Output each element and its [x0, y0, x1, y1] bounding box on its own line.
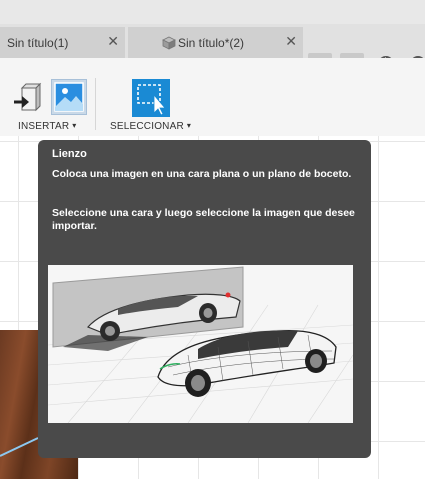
tab-close-icon[interactable]: ✕ [285, 34, 297, 48]
insert-derive-icon[interactable] [10, 82, 42, 114]
canvas-button[interactable] [51, 79, 87, 115]
canvas-tooltip: Lienzo Coloca una imagen en una cara pla… [38, 140, 371, 458]
window-top-strip [0, 0, 425, 24]
document-tab-bar: Sin título(1) ✕ Sin título*(2) ✕ + [0, 24, 425, 77]
select-menu[interactable]: SELECCIONAR ▾ [110, 121, 191, 132]
toolbar-divider [95, 78, 96, 130]
insert-menu[interactable]: INSERTAR ▾ [18, 121, 76, 132]
tab-close-icon[interactable]: ✕ [107, 34, 119, 48]
tooltip-instruction: Seleccione una cara y luego seleccione l… [52, 207, 355, 232]
image-icon [54, 82, 84, 112]
tooltip-description: Coloca una imagen en una cara plana o un… [52, 168, 352, 180]
insert-caret-icon: ▾ [72, 121, 77, 130]
tooltip-title: Lienzo [52, 148, 87, 160]
insert-label: INSERTAR [18, 121, 70, 132]
select-button[interactable] [132, 79, 170, 117]
tooltip-preview-image [48, 265, 353, 423]
canvas-edge-highlight [0, 437, 39, 457]
select-window-icon [137, 84, 166, 116]
select-caret-icon: ▾ [186, 121, 192, 130]
document-tab-1[interactable]: Sin título(1) ✕ [0, 27, 125, 58]
cube-icon [162, 36, 176, 50]
car-canvas-illustration [48, 266, 353, 423]
select-label: SELECCIONAR [110, 121, 184, 132]
document-tab-2[interactable]: Sin título*(2) ✕ [128, 27, 303, 58]
tab-label: Sin título*(2) [178, 36, 245, 50]
tab-label: Sin título(1) [7, 36, 69, 50]
